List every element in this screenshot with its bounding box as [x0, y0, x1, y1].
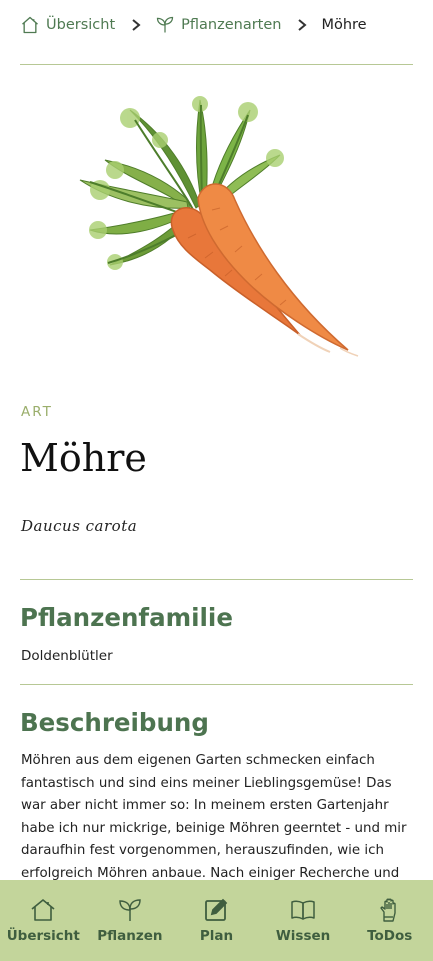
- plant-kind-label: ART: [21, 404, 53, 420]
- tab-label: Wissen: [275, 928, 331, 944]
- breadcrumb-home-label: Übersicht: [46, 17, 116, 33]
- tab-label: Übersicht: [6, 928, 80, 944]
- chevron-right-icon: [131, 19, 141, 31]
- tab-overview[interactable]: Übersicht: [0, 896, 86, 944]
- breadcrumb-plant-types[interactable]: Pflanzenarten: [155, 15, 281, 35]
- tab-plan[interactable]: Plan: [173, 896, 259, 944]
- divider: [20, 684, 413, 685]
- breadcrumb-home[interactable]: Übersicht: [20, 15, 115, 35]
- breadcrumb-current: Möhre: [321, 17, 367, 33]
- bottom-tab-bar: Übersicht Pflanzen Plan Wissen ToDos: [0, 880, 433, 961]
- divider: [20, 64, 413, 65]
- house-icon: [31, 899, 55, 921]
- latin-name: Daucus carota: [21, 517, 138, 535]
- tab-todos[interactable]: ToDos: [347, 896, 433, 944]
- tab-label: ToDos: [367, 928, 413, 944]
- house-icon: [22, 16, 38, 34]
- sprout-icon: [119, 899, 141, 921]
- tab-plants[interactable]: Pflanzen: [87, 896, 173, 944]
- family-value: Doldenblütler: [21, 648, 113, 664]
- breadcrumb-plant-types-label: Pflanzenarten: [181, 17, 282, 33]
- description-heading: Beschreibung: [20, 708, 209, 737]
- book-icon: [291, 900, 315, 920]
- chevron-right-icon: [297, 19, 308, 31]
- edit-icon: [205, 898, 228, 921]
- tab-label: Plan: [199, 928, 234, 944]
- divider: [20, 579, 413, 580]
- tab-label: Pflanzen: [97, 928, 163, 944]
- glove-icon: [379, 898, 396, 922]
- tab-knowledge[interactable]: Wissen: [260, 896, 346, 944]
- family-heading: Pflanzenfamilie: [20, 603, 233, 632]
- breadcrumb: Übersicht Pflanzenarten Möhre: [20, 12, 413, 38]
- carrot-illustration: [79, 96, 359, 357]
- sprout-icon: [157, 16, 174, 33]
- page-title: Möhre: [20, 436, 147, 480]
